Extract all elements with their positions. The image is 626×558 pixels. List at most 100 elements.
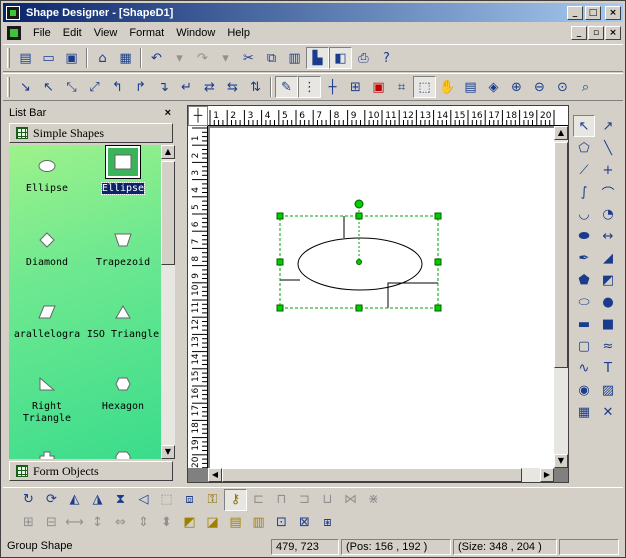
shape-ellipse-selected[interactable]: Ellipse [85, 145, 161, 195]
list-bar-scrollbar[interactable]: ▲ ▼ [161, 145, 175, 459]
zoom-in-icon[interactable]: ⊕ [505, 76, 528, 98]
paste-icon[interactable]: ▥ [283, 47, 306, 69]
square-tool-icon[interactable]: ■ [597, 313, 619, 335]
send-back-icon[interactable]: ◪ [201, 512, 224, 534]
scroll-thumb[interactable] [161, 161, 175, 265]
text-tool-icon[interactable]: T [597, 357, 619, 379]
unlock-icon[interactable]: ⚷ [224, 488, 247, 511]
bring-forward-icon[interactable]: ▤ [224, 512, 247, 534]
bezier-tool-icon[interactable]: ∿ [573, 357, 595, 379]
cross-tool-icon[interactable]: + [597, 159, 619, 181]
close-button[interactable]: × [605, 5, 621, 20]
same-height-icon[interactable]: ⇕ [132, 512, 155, 534]
align-right-icon[interactable]: ⊐ [293, 489, 316, 511]
image-tool-icon[interactable]: ▨ [597, 379, 619, 401]
tab-simple-shapes[interactable]: Simple Shapes [9, 123, 173, 143]
connector-5-icon[interactable]: ↰ [106, 76, 129, 98]
redo-dropdown-icon[interactable]: ▾ [214, 47, 237, 69]
shape-hexagon[interactable]: Hexagon [85, 371, 161, 413]
pen-tool-icon[interactable]: ✒ [573, 247, 595, 269]
grid-icon[interactable]: ⋮ [298, 76, 321, 98]
center-v-icon[interactable]: ⊠ [293, 512, 316, 534]
copy-icon[interactable]: ⧉ [260, 47, 283, 69]
connector-6-icon[interactable]: ↱ [129, 76, 152, 98]
rect-tool-icon[interactable]: ▬ [573, 313, 595, 335]
ruler-origin-icon[interactable]: ┼ [188, 106, 208, 126]
toolbar-grip-2[interactable] [7, 77, 10, 97]
pan-hand-icon[interactable]: ✋ [436, 76, 459, 98]
scroll-down-icon[interactable]: ▼ [554, 454, 568, 468]
scroll-right-icon[interactable]: ▶ [540, 468, 554, 482]
shape-parallelogram[interactable]: arallelogra [9, 299, 85, 341]
snap-icon[interactable]: ⊞ [344, 76, 367, 98]
shape-iso-triangle[interactable]: ISO Triangle [85, 299, 161, 341]
flip-vertical-icon[interactable]: ◮ [86, 489, 109, 511]
menu-view[interactable]: View [88, 27, 124, 39]
arc-tool-icon[interactable]: ⌒ [597, 181, 619, 203]
polygon-tool-icon[interactable]: ⬟ [573, 269, 595, 291]
arc-open-icon[interactable]: ◡ [573, 203, 595, 225]
minimize-button[interactable]: _ [567, 5, 583, 20]
shape-partial[interactable] [9, 445, 85, 459]
scroll-up-icon[interactable]: ▲ [554, 126, 568, 140]
print-icon[interactable]: ⎙ [352, 47, 375, 69]
space-v-icon[interactable]: ⊟ [40, 512, 63, 534]
shape-ellipse[interactable]: Ellipse [9, 153, 85, 195]
ruler-toggle-icon[interactable]: ▙ [306, 47, 329, 69]
tab-form-objects[interactable]: Form Objects [9, 461, 173, 481]
connector-4-icon[interactable]: ⤢ [83, 76, 106, 98]
scroll-left-icon[interactable]: ◀ [208, 468, 222, 482]
bring-front-icon[interactable]: ◩ [178, 512, 201, 534]
document-icon[interactable] [7, 26, 21, 40]
menu-file[interactable]: File [27, 27, 57, 39]
align-center-h-icon[interactable]: ⋈ [339, 489, 362, 511]
resize-handle-sw[interactable] [276, 304, 284, 312]
crop-icon[interactable]: ⌗ [390, 76, 413, 98]
listbar-toggle-icon[interactable]: ◧ [329, 47, 352, 69]
send-backward-icon[interactable]: ▥ [247, 512, 270, 534]
resize-handle-ne[interactable] [434, 212, 442, 220]
align-left-icon[interactable]: ⊏ [247, 489, 270, 511]
polyline-tool-icon[interactable]: ⟋ [573, 159, 595, 181]
resize-handle-w[interactable] [276, 258, 284, 266]
canvas-horizontal-scrollbar[interactable]: ◀ ▶ [208, 468, 554, 482]
properties-icon[interactable]: ▤ [459, 76, 482, 98]
drawing-svg[interactable] [210, 128, 554, 468]
rotation-handle[interactable] [354, 199, 364, 209]
select-add-icon[interactable]: ↗ [597, 115, 619, 137]
connector-3-icon[interactable]: ⤡ [60, 76, 83, 98]
doc-restore-button[interactable]: ▫ [588, 26, 604, 40]
connector-11-icon[interactable]: ⇅ [244, 76, 267, 98]
drawing-page[interactable] [210, 128, 554, 468]
guides-icon[interactable]: ┼ [321, 76, 344, 98]
draw-mode-icon[interactable]: ✎ [275, 76, 298, 98]
resize-handle-n[interactable] [355, 212, 363, 220]
scroll-thumb[interactable] [554, 142, 568, 368]
corner-line[interactable] [387, 282, 438, 308]
scroll-down-icon[interactable]: ▼ [161, 445, 175, 459]
shape-diamond[interactable]: Diamond [9, 227, 85, 269]
doc-minimize-button[interactable]: _ [571, 26, 587, 40]
chord-tool-icon[interactable]: ⬬ [573, 225, 595, 247]
zoom-out-icon[interactable]: ⊖ [528, 76, 551, 98]
connector-7-icon[interactable]: ↴ [152, 76, 175, 98]
same-size-icon[interactable]: ⬍ [155, 512, 178, 534]
distribute-h-icon[interactable]: ⟷ [63, 512, 86, 534]
rounded-rect-tool-icon[interactable]: ▢ [573, 335, 595, 357]
freeform-select-icon[interactable]: ⬠ [573, 137, 595, 159]
pie-tool-icon[interactable]: ◔ [597, 203, 619, 225]
center-h-icon[interactable]: ⊡ [270, 512, 293, 534]
ungroup-icon[interactable]: ⧈ [178, 489, 201, 511]
zoom-fit-icon[interactable]: ⊙ [551, 76, 574, 98]
handles-icon[interactable]: ⬚ [413, 76, 436, 98]
layers-icon[interactable]: ◈ [482, 76, 505, 98]
align-top-icon[interactable]: ⊓ [270, 489, 293, 511]
open-folder-icon[interactable]: ⌂ [91, 47, 114, 69]
new-icon[interactable]: ▤ [14, 47, 37, 69]
table-tool-icon[interactable]: ▦ [573, 401, 595, 423]
rotate-free-icon[interactable]: ⟳ [40, 489, 63, 511]
align-center-v-icon[interactable]: ⋇ [362, 489, 385, 511]
frame-icon[interactable]: ▣ [367, 76, 390, 98]
undo-icon[interactable]: ↶ [145, 47, 168, 69]
cut-icon[interactable]: ✂ [237, 47, 260, 69]
